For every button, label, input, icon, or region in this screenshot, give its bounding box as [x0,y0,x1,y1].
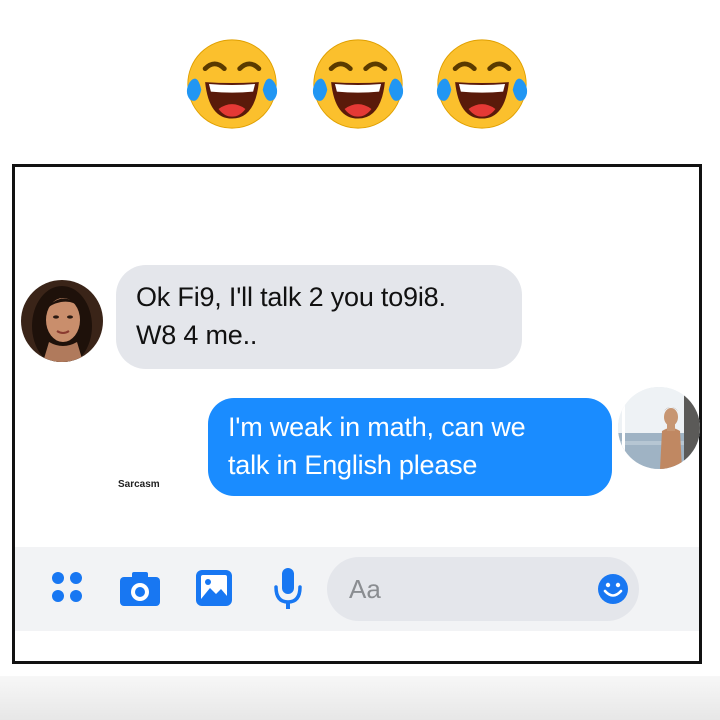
camera-icon[interactable] [119,571,161,607]
sender-avatar[interactable] [21,280,103,362]
man-portrait-icon [618,387,700,469]
bottom-strip [0,676,720,720]
meme-page: Ok Fi9, I'll talk 2 you to9i8. W8 4 me..… [0,0,720,720]
message-line: Ok Fi9, I'll talk 2 you to9i8. [136,282,446,312]
chat-screenshot-frame: Ok Fi9, I'll talk 2 you to9i8. W8 4 me..… [12,164,702,664]
emoji-icon[interactable] [597,573,629,605]
message-input[interactable]: Aa [327,557,639,621]
emoji-row [0,36,720,136]
message-line: W8 4 me.. [136,320,258,350]
outgoing-message-bubble: I'm weak in math, can we talk in English… [208,398,612,496]
message-composer: Aa [15,547,699,631]
laughing-emoji-icon [312,39,404,129]
laughing-emoji-icon [436,39,528,129]
woman-portrait-icon [21,280,103,362]
message-line: I'm weak in math, can we [228,412,526,442]
receiver-avatar[interactable] [618,387,700,469]
laughing-emoji-icon [186,39,278,129]
incoming-message-bubble: Ok Fi9, I'll talk 2 you to9i8. W8 4 me.. [116,265,522,369]
message-line: talk in English please [228,450,478,480]
gallery-icon[interactable] [195,569,233,607]
apps-grid-icon[interactable] [50,570,84,604]
microphone-icon[interactable] [273,567,303,611]
sarcasm-watermark: Sarcasm [118,479,160,490]
input-placeholder: Aa [349,574,381,604]
